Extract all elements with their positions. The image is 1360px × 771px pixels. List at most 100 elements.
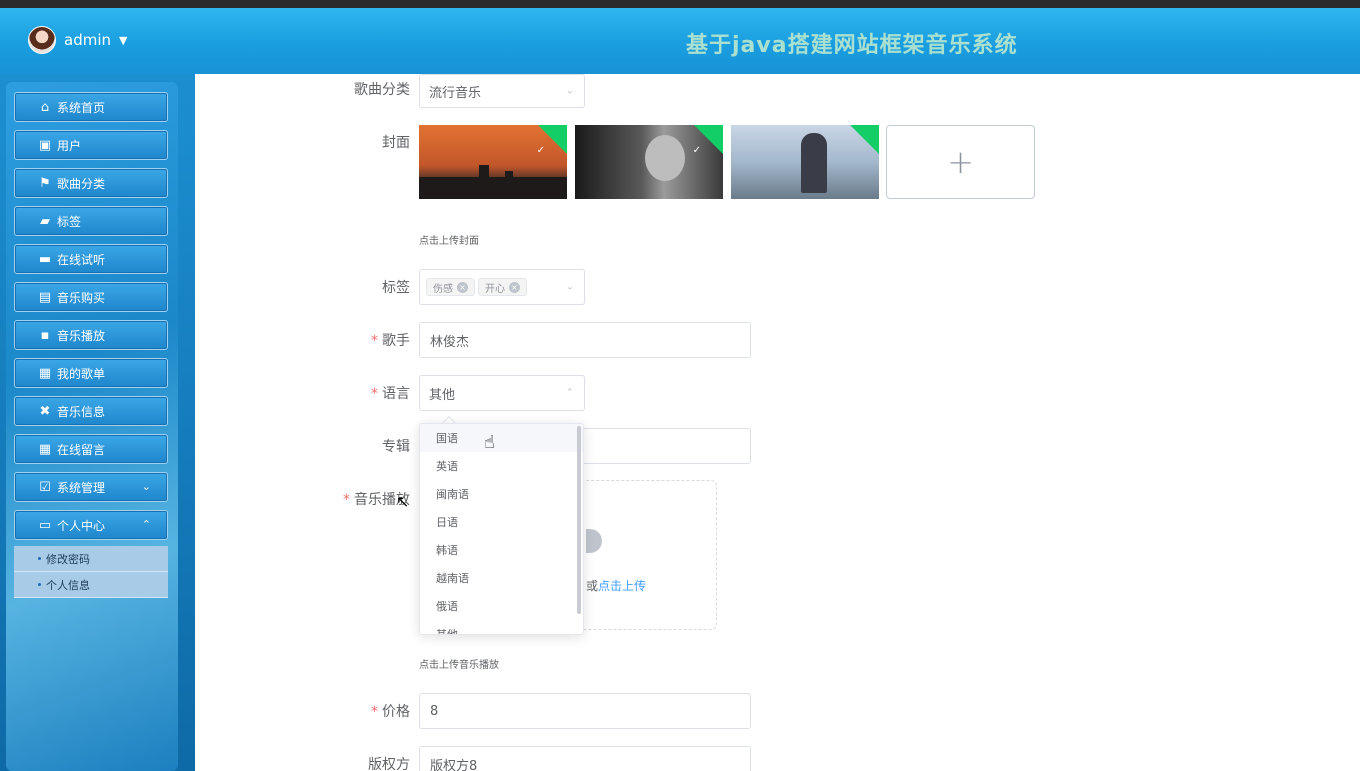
sidebar-item-label: 用户 [57,138,82,153]
check-icon: ✓ [536,145,545,156]
sidebar-item-home[interactable]: ⌂ 系统首页 [14,92,168,122]
check-icon: ✓ [692,145,701,156]
sidebar-item-label: 音乐信息 [57,404,106,419]
price-input[interactable]: 8 [419,693,751,729]
user-menu[interactable]: admin ▼ [28,26,127,54]
cover-thumbnail-2[interactable]: ✓ [575,125,723,199]
language-option[interactable]: 韩语 [420,536,583,564]
submenu-label: 修改密码 [46,552,90,566]
cover-1-building [479,165,489,193]
copyright-value: 版权方8 [430,758,478,771]
cover-thumbnail-3[interactable] [731,125,879,199]
tag-chip: 开心 × [478,278,527,296]
tag-label: 伤感 [433,283,453,295]
card-icon: ▭ [38,517,52,533]
sidebar-item-song-category[interactable]: ⚑ 歌曲分类 [14,168,168,198]
language-option[interactable]: 俄语 [420,592,583,620]
sidebar-item-label: 音乐播放 [57,328,106,343]
sidebar-item-users[interactable]: ▣ 用户 [14,130,168,160]
language-option[interactable]: 其他 [420,620,583,634]
upload-cover-button[interactable]: + [886,125,1035,199]
sidebar-item-system-management[interactable]: ☑ 系统管理 ⌄ [14,472,168,502]
user-card-icon: ▣ [38,137,52,153]
language-label-text: 语言 [382,386,410,402]
sidebar-item-online-preview[interactable]: ▬ 在线试听 [14,244,168,274]
close-icon[interactable]: × [457,281,468,293]
sidebar-item-music-purchase[interactable]: ▤ 音乐购买 [14,282,168,312]
cover-2-face [645,135,685,181]
chevron-down-icon: ⌄ [565,281,574,293]
chevron-up-icon: ⌃ [141,518,151,531]
sidebar-item-label: 音乐购买 [57,290,106,305]
grid-icon: ▦ [38,441,52,457]
language-option[interactable]: 闽南语 [420,480,583,508]
sidebar-item-label: 我的歌单 [57,366,106,381]
submenu-item-personal-info[interactable]: 个人信息 [14,572,168,598]
sidebar-item-music-play[interactable]: ▪ 音乐播放 [14,320,168,350]
category-select[interactable]: 流行音乐 ⌄ [419,74,585,108]
sidebar-item-music-info[interactable]: ✖ 音乐信息 [14,396,168,426]
chevron-down-icon: ⌄ [141,480,151,493]
tag-chip: 伤感 × [426,278,475,296]
language-option[interactable]: 英语 [420,452,583,480]
plus-icon: + [947,143,974,181]
sidebar-item-label: 在线试听 [57,252,106,267]
sidebar-item-label: 歌曲分类 [57,176,106,191]
copyright-input[interactable]: 版权方8 [419,746,751,771]
sidebar-item-tags[interactable]: ▰ 标签 [14,206,168,236]
chevron-up-icon: ⌃ [565,387,574,399]
wallet-icon: ▰ [40,213,50,229]
singer-value: 林俊杰 [430,334,470,350]
copyright-label: 版权方 [368,757,410,771]
sidebar-item-my-playlist[interactable]: ▦ 我的歌单 [14,358,168,388]
clipboard-icon: ▤ [38,289,52,305]
top-strip [0,0,1360,8]
language-label: * 语言 [330,383,410,403]
required-mark: * [371,386,378,402]
price-label: * 价格 [330,701,410,721]
close-icon[interactable]: × [509,281,520,293]
upload-text: 或 [586,579,599,593]
album-label: 专辑 [382,439,410,455]
home-icon: ⌂ [40,99,50,115]
app-title: 基于java搭建网站框架音乐系统 [686,33,1018,58]
language-select[interactable]: 其他 ⌃ [419,375,585,411]
language-option[interactable]: 国语 [420,424,583,452]
header: admin ▼ 基于java搭建网站框架音乐系统 [0,8,1360,74]
sidebar-item-personal-center[interactable]: ▭ 个人中心 ⌃ [14,510,168,540]
sidebar-item-label: 系统首页 [57,100,106,115]
cover-thumbnail-1[interactable]: ✓ [419,125,567,199]
chat-icon: ▪ [40,327,50,343]
sidebar-item-label: 标签 [57,214,82,229]
ticket-icon: ✖ [39,403,51,419]
cover-1-building [505,171,513,193]
hand-cursor-icon: ☝ [484,432,495,453]
sidebar-item-label: 在线留言 [57,442,106,457]
dropdown-scrollbar[interactable] [577,426,581,614]
cover-1-skyline [419,177,567,199]
main-content: 歌曲分类 流行音乐 ⌄ 封面 ✓ ✓ + 点击上传封面 标签 伤感 × 开心 × [195,74,1360,771]
singer-input[interactable]: 林俊杰 [419,322,751,358]
singer-label-text: 歌手 [382,333,410,349]
briefcase-icon: ▬ [38,251,52,267]
category-value: 流行音乐 [429,85,482,101]
tags-select[interactable]: 伤感 × 开心 × ⌄ [419,269,585,305]
sidebar-item-label: 个人中心 [57,518,106,533]
submenu-label: 个人信息 [46,578,90,592]
sidebar-item-online-message[interactable]: ▦ 在线留言 [14,434,168,464]
arrow-cursor-icon: ↖ [396,492,410,511]
language-option[interactable]: 越南语 [420,564,583,592]
upload-link[interactable]: 点击上传 [598,579,646,593]
language-value: 其他 [429,387,456,403]
sidebar-item-label: 系统管理 [57,480,106,495]
tags-label: 标签 [382,280,410,296]
selected-badge [850,125,879,154]
submenu-item-change-password[interactable]: 修改密码 [14,546,168,572]
singer-label: * 歌手 [330,330,410,350]
caret-down-icon: ▼ [119,33,128,47]
language-dropdown: 国语 英语 闽南语 日语 韩语 越南语 俄语 其他 [419,423,584,635]
required-mark: * [343,492,350,508]
required-mark: * [371,333,378,349]
language-option[interactable]: 日语 [420,508,583,536]
personal-center-submenu: 修改密码 个人信息 [14,546,168,598]
